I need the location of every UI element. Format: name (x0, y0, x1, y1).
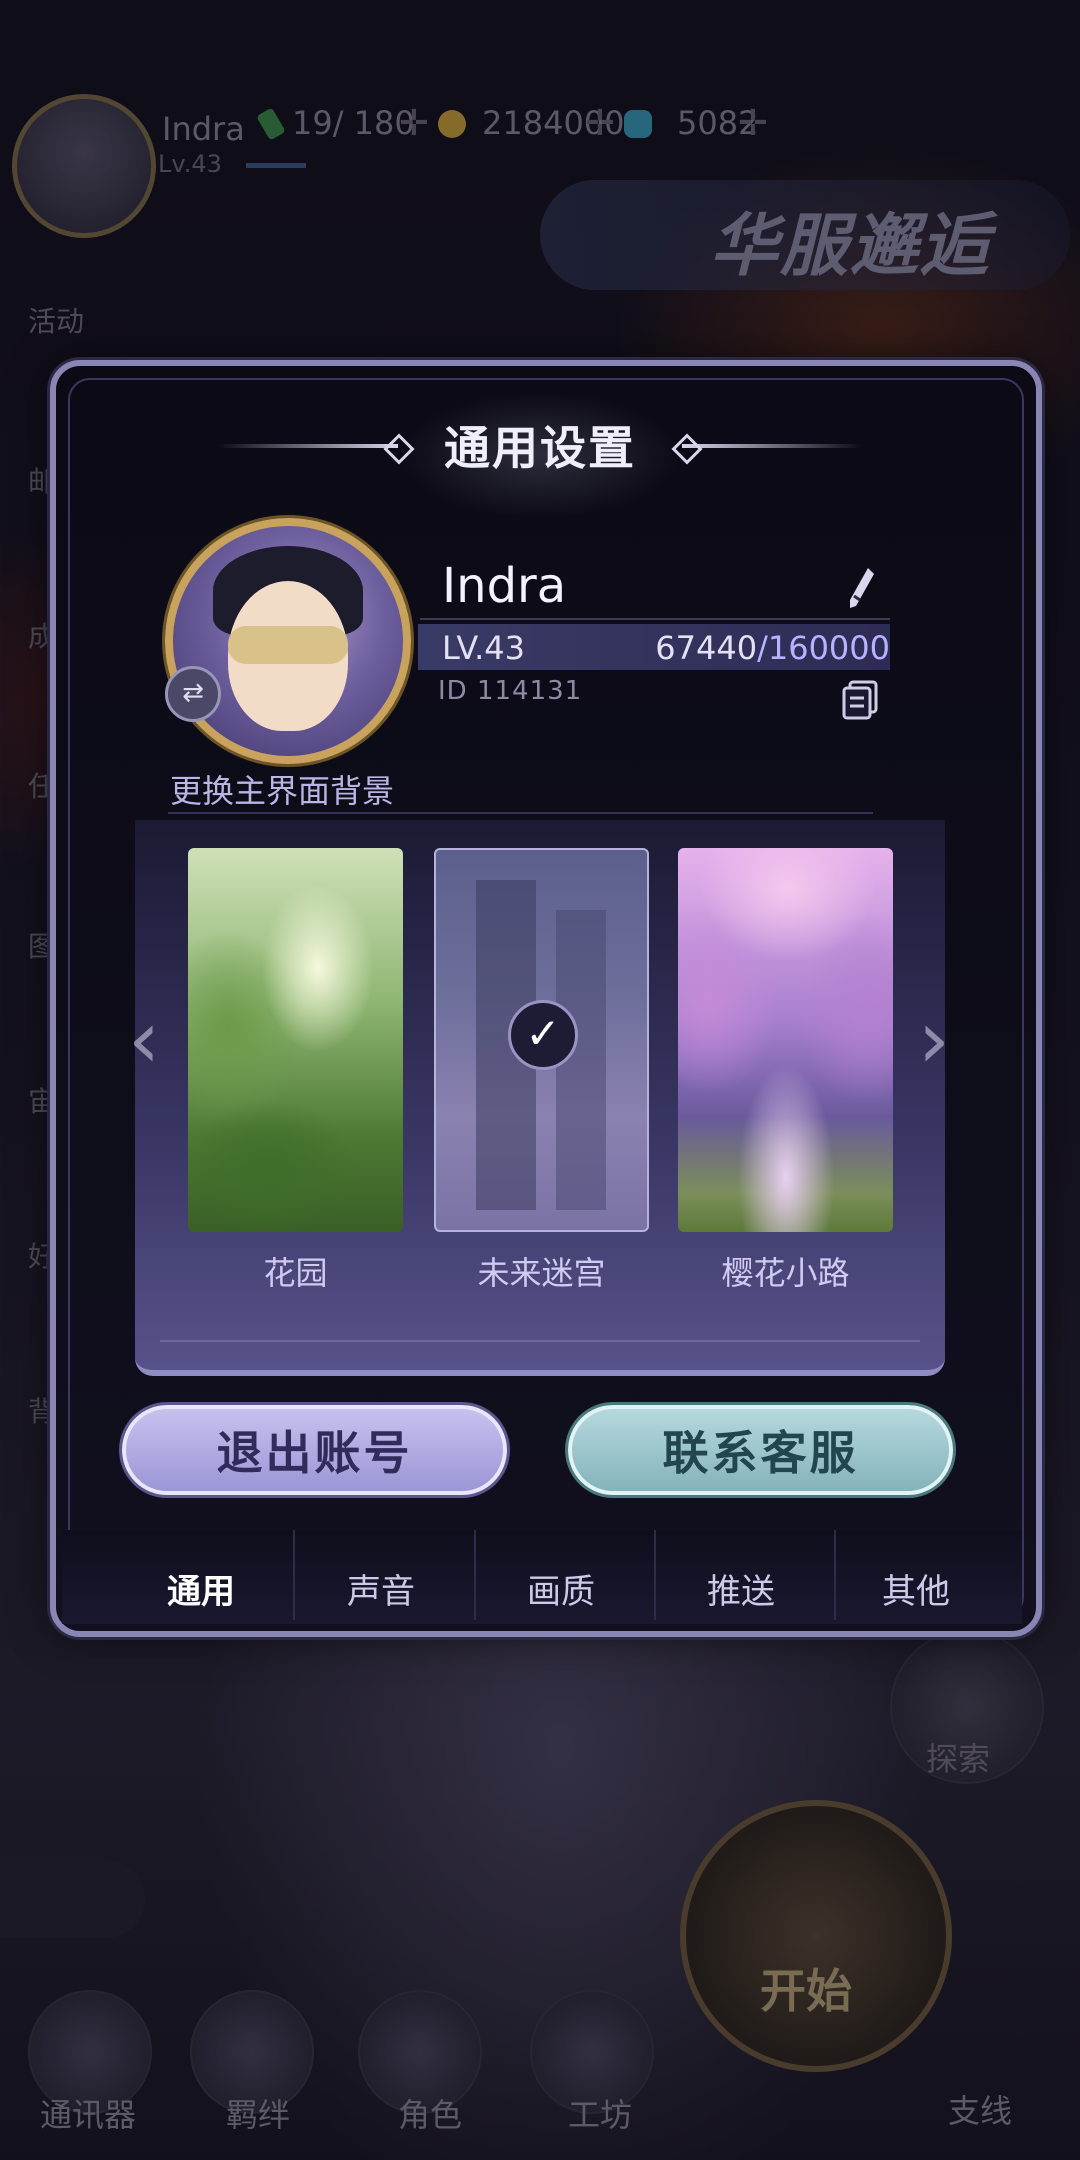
tab-graphics[interactable]: 画质 (486, 1564, 636, 1613)
check-icon: ✓ (508, 1000, 578, 1070)
background-option-sakura-path[interactable] (678, 848, 893, 1232)
profile-name: Indra (442, 558, 567, 614)
tab-divider (474, 1530, 476, 1620)
xp-max: /160000 (757, 629, 890, 667)
avatar-mask (228, 626, 348, 664)
panel-divider (160, 1340, 920, 1342)
background-option-label: 樱花小路 (721, 1254, 850, 1292)
background-section-label: 更换主界面背景 (170, 772, 395, 810)
background-option-label: 花园 (263, 1254, 328, 1292)
section-divider (168, 812, 873, 814)
background-option-garden[interactable] (188, 848, 403, 1232)
tab-sound[interactable]: 声音 (306, 1564, 456, 1613)
chevron-left-icon[interactable]: ‹ (122, 995, 166, 1085)
title-ornament-right (682, 444, 862, 448)
xp-current: 67440 (655, 629, 758, 667)
swap-icon[interactable]: ⇄ (165, 666, 221, 722)
tab-other[interactable]: 其他 (846, 1564, 986, 1613)
logout-button[interactable]: 退出账号 (122, 1405, 507, 1495)
dialog-title: 通用设置 (444, 421, 636, 475)
tab-push[interactable]: 推送 (666, 1564, 816, 1613)
profile-xp: 67440/160000 (655, 629, 890, 667)
copy-icon[interactable] (842, 680, 878, 720)
profile-avatar[interactable] (165, 518, 411, 764)
tab-divider (654, 1530, 656, 1620)
profile-level: LV.43 (442, 629, 525, 667)
background-option-label: 未来迷宫 (477, 1254, 606, 1292)
profile-id: ID 114131 (438, 676, 583, 706)
name-divider (420, 618, 890, 620)
tab-divider (834, 1530, 836, 1620)
contact-support-button[interactable]: 联系客服 (568, 1405, 953, 1495)
tab-divider (293, 1530, 295, 1620)
edit-icon[interactable] (846, 566, 876, 610)
tab-general[interactable]: 通用 (126, 1564, 276, 1613)
chevron-right-icon[interactable]: › (912, 995, 956, 1085)
